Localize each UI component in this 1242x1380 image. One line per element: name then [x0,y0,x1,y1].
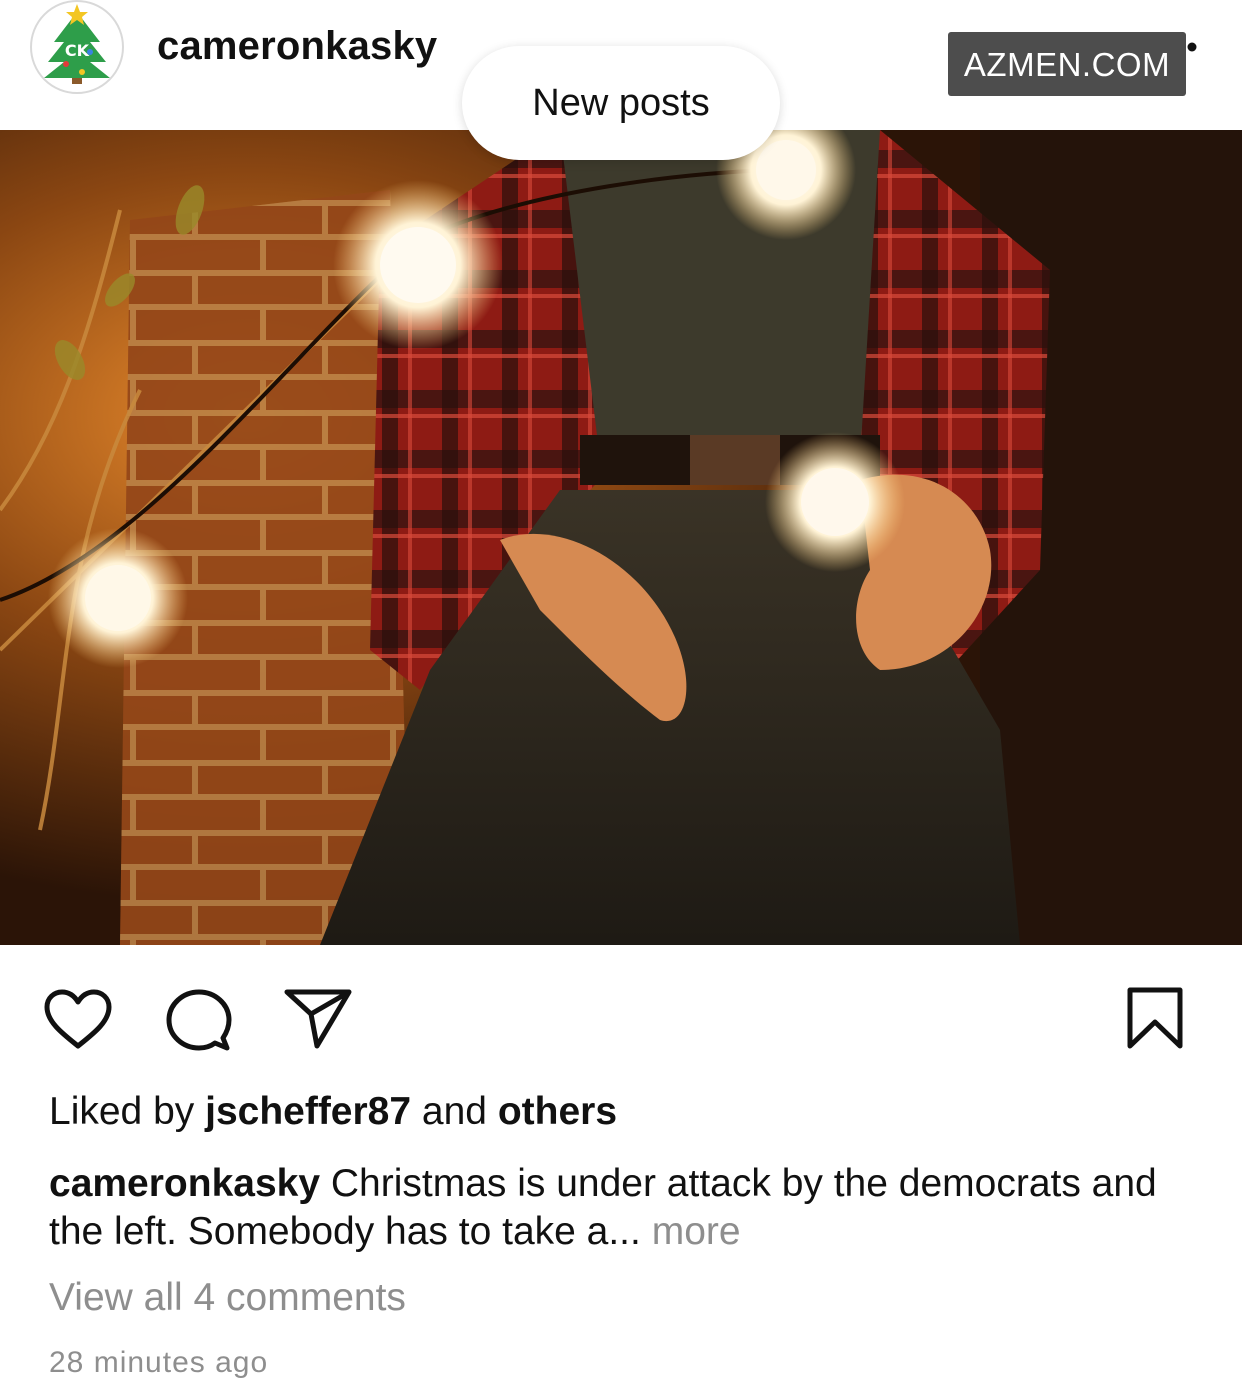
caption-more-link[interactable]: more [652,1210,741,1253]
save-button[interactable] [1126,986,1184,1050]
likes-user-link[interactable]: jscheffer87 [205,1090,411,1133]
view-all-comments-link[interactable]: View all 4 comments [49,1276,406,1320]
watermark: AZMEN.COM [948,32,1186,96]
new-posts-button[interactable]: New posts [462,46,780,160]
likes-conjunction: and [421,1090,487,1133]
caption-username[interactable]: cameronkasky [49,1162,320,1205]
likes-others-link[interactable]: others [498,1090,617,1133]
christmas-tree-icon: CK [44,4,110,84]
comment-button[interactable] [165,988,233,1054]
like-button[interactable] [43,988,113,1050]
avatar[interactable]: CK [30,0,124,94]
comment-icon [166,989,232,1051]
post-image[interactable] [0,130,1242,945]
likes-summary: Liked by jscheffer87 and others [49,1090,617,1134]
avatar-initials: CK [65,41,90,60]
share-button[interactable] [283,988,353,1050]
bookmark-icon [1127,987,1183,1049]
paper-plane-icon [284,989,352,1049]
heart-icon [44,989,112,1049]
likes-prefix: Liked by [49,1090,195,1133]
post-actions [0,980,1242,1060]
post-timestamp: 28 minutes ago [49,1346,269,1379]
post-photo-illustration [0,130,1242,945]
post-caption: cameronkasky Christmas is under attack b… [49,1160,1209,1256]
post-username[interactable]: cameronkasky [157,24,437,69]
